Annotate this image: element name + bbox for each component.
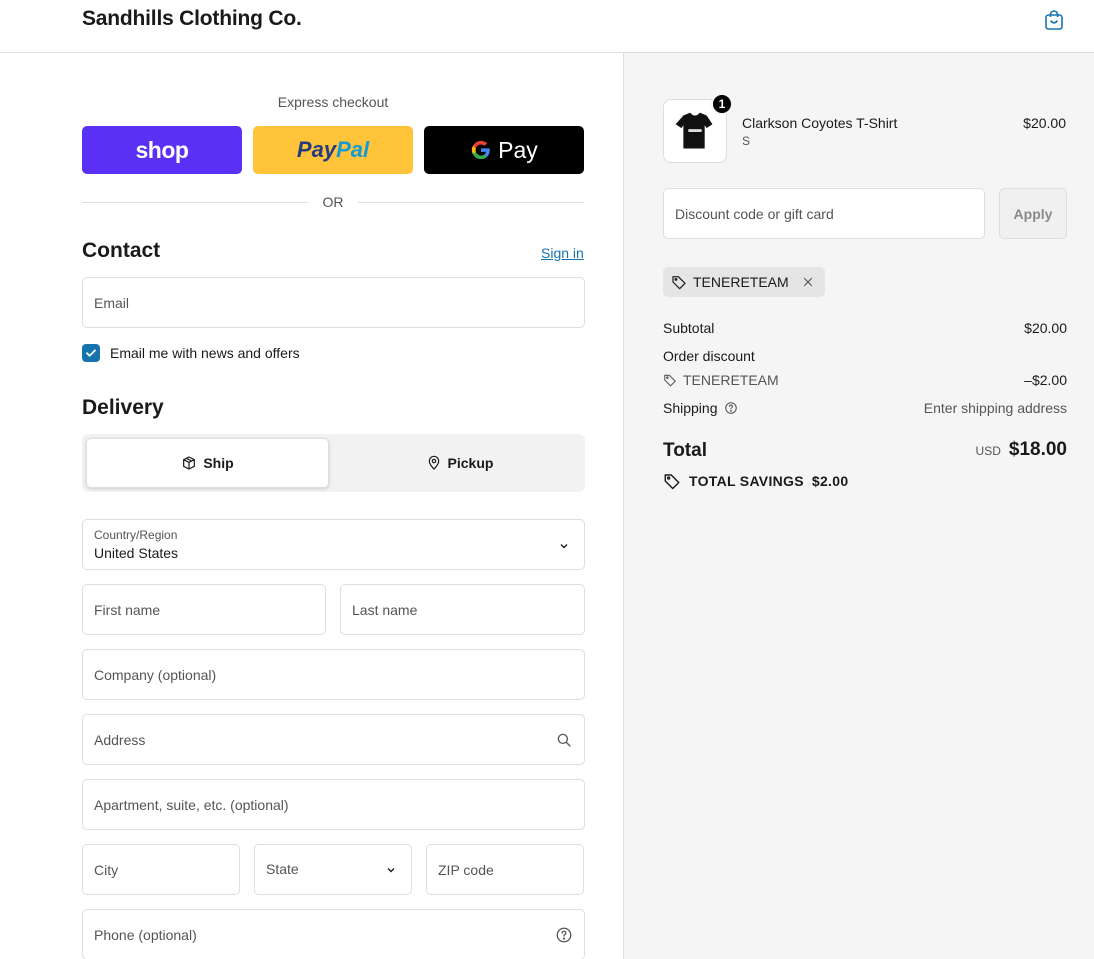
- delivery-heading: Delivery: [82, 396, 164, 419]
- city-placeholder: City: [94, 862, 119, 878]
- order-discount-row: Order discount: [663, 348, 1067, 368]
- total-row: Total USD $18.00: [663, 439, 1067, 465]
- discount-code-label: TENERETEAM: [683, 372, 779, 388]
- paypal-label: PayPal: [296, 137, 370, 162]
- phone-placeholder: Phone (optional): [94, 927, 197, 943]
- country-select[interactable]: Country/Region United States: [82, 519, 585, 570]
- google-g-icon: [472, 140, 490, 160]
- tag-icon: [672, 276, 686, 290]
- search-icon[interactable]: [555, 731, 573, 749]
- checkout-form-panel: Express checkout shop PayPal Pay OR Cont…: [0, 53, 623, 959]
- news-offers-option[interactable]: Email me with news and offers: [82, 343, 300, 363]
- checkmark-icon: [86, 349, 96, 357]
- pickup-option[interactable]: Pickup: [338, 438, 581, 488]
- order-summary-panel: 1 Clarkson Coyotes T-Shirt S $20.00 Disc…: [623, 53, 1094, 959]
- shopping-bag-icon[interactable]: [1042, 8, 1066, 32]
- discount-value: –$2.00: [1024, 372, 1067, 388]
- total-savings-row: TOTAL SAVINGS $2.00: [663, 471, 848, 491]
- subtotal-row: Subtotal $20.00: [663, 320, 1067, 340]
- apply-discount-button[interactable]: Apply: [999, 188, 1067, 239]
- savings-label: TOTAL SAVINGS: [689, 473, 804, 489]
- country-label: Country/Region: [94, 528, 178, 542]
- email-field[interactable]: Email: [82, 277, 585, 328]
- total-label: Total: [663, 440, 707, 461]
- email-placeholder: Email: [94, 295, 130, 311]
- phone-field[interactable]: Phone (optional): [82, 909, 585, 959]
- zip-placeholder: ZIP code: [438, 862, 494, 878]
- applied-code-label: TENERETEAM: [693, 274, 789, 290]
- store-brand[interactable]: Sandhills Clothing Co.: [82, 7, 302, 31]
- subtotal-value: $20.00: [1024, 320, 1067, 336]
- company-placeholder: Company (optional): [94, 667, 217, 683]
- first-name-placeholder: First name: [94, 602, 161, 618]
- ship-option[interactable]: Ship: [86, 438, 329, 488]
- contact-heading: Contact: [82, 239, 161, 262]
- state-select[interactable]: State: [254, 844, 412, 895]
- header: Sandhills Clothing Co.: [0, 0, 1094, 53]
- shop-pay-button[interactable]: shop: [82, 126, 242, 174]
- shipping-row: Shipping Enter shipping address: [663, 400, 1067, 420]
- help-circle-icon[interactable]: [555, 926, 573, 944]
- map-pin-icon: [428, 455, 439, 470]
- total-currency: USD: [975, 444, 1001, 458]
- or-divider: OR: [82, 194, 584, 212]
- tag-icon: [664, 474, 680, 490]
- subtotal-label: Subtotal: [663, 320, 715, 336]
- last-name-field[interactable]: Last name: [340, 584, 585, 635]
- discount-placeholder: Discount code or gift card: [675, 206, 834, 222]
- discount-code-input[interactable]: Discount code or gift card: [663, 188, 985, 239]
- ship-label: Ship: [203, 455, 234, 471]
- quantity-badge: 1: [711, 93, 733, 115]
- help-circle-icon[interactable]: [724, 401, 738, 415]
- remove-discount-icon[interactable]: [801, 275, 815, 289]
- google-pay-button[interactable]: Pay: [424, 126, 584, 174]
- first-name-field[interactable]: First name: [82, 584, 326, 635]
- sign-in-link[interactable]: Sign in: [541, 245, 584, 261]
- delivery-method-selector: Ship Pickup: [82, 434, 585, 492]
- tag-icon: [664, 374, 676, 387]
- chevron-down-icon: [387, 868, 395, 873]
- address-placeholder: Address: [94, 732, 146, 748]
- last-name-placeholder: Last name: [352, 602, 418, 618]
- city-field[interactable]: City: [82, 844, 240, 895]
- box-icon: [183, 456, 196, 470]
- product-variant: S: [742, 134, 751, 148]
- news-offers-label: Email me with news and offers: [110, 345, 300, 361]
- product-price: $20.00: [1023, 115, 1066, 131]
- paypal-button[interactable]: PayPal: [253, 126, 413, 174]
- shop-pay-label: shop: [135, 136, 189, 163]
- zip-field[interactable]: ZIP code: [426, 844, 584, 895]
- savings-value: $2.00: [811, 473, 849, 489]
- order-discount-label: Order discount: [663, 348, 755, 364]
- divider-line: [358, 202, 584, 203]
- shipping-value: Enter shipping address: [923, 400, 1067, 416]
- news-offers-checkbox[interactable]: [82, 344, 100, 362]
- pickup-label: Pickup: [447, 455, 494, 471]
- shipping-label: Shipping: [663, 400, 718, 416]
- express-checkout-label: Express checkout: [277, 94, 389, 110]
- address-field[interactable]: Address: [82, 714, 585, 765]
- google-pay-label: Pay: [498, 136, 538, 163]
- total-value: $18.00: [1008, 439, 1067, 460]
- company-field[interactable]: Company (optional): [82, 649, 585, 700]
- chevron-down-icon: [560, 544, 568, 549]
- applied-discount-chip: TENERETEAM: [663, 267, 825, 297]
- apartment-placeholder: Apartment, suite, etc. (optional): [94, 797, 289, 813]
- apartment-field[interactable]: Apartment, suite, etc. (optional): [82, 779, 585, 830]
- state-placeholder: State: [266, 861, 299, 877]
- country-value: United States: [94, 545, 179, 561]
- product-name: Clarkson Coyotes T-Shirt: [742, 115, 898, 131]
- discount-code-row: TENERETEAM –$2.00: [663, 372, 1067, 392]
